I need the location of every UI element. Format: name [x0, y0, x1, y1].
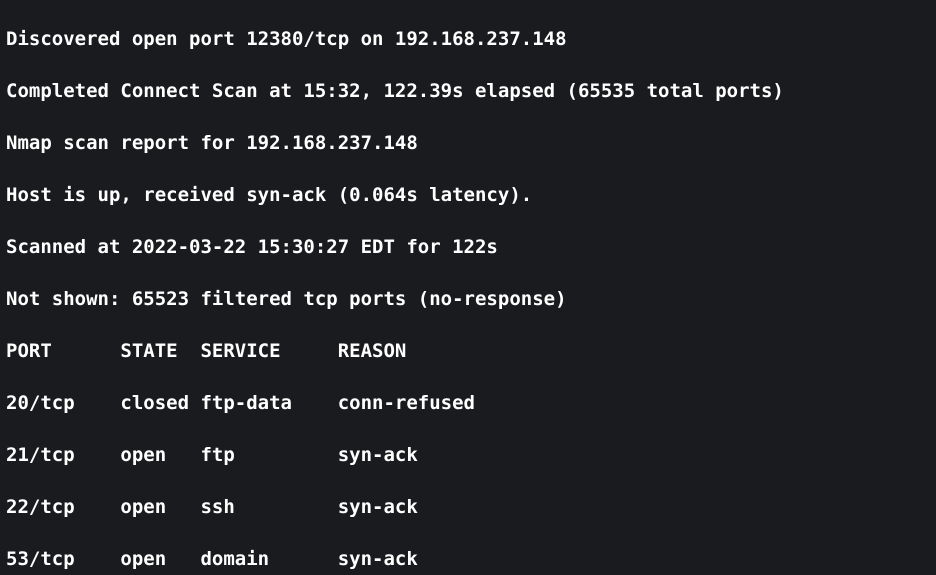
scanned-at-line: Scanned at 2022-03-22 15:30:27 EDT for 1… [6, 234, 930, 260]
host-status-line: Host is up, received syn-ack (0.064s lat… [6, 182, 930, 208]
port-table-header: PORT STATE SERVICE REASON [6, 338, 930, 364]
port-table-row: 53/tcp open domain syn-ack [6, 546, 930, 572]
port-table-row: 22/tcp open ssh syn-ack [6, 494, 930, 520]
discovered-port-line: Discovered open port 12380/tcp on 192.16… [6, 26, 930, 52]
not-shown-line: Not shown: 65523 filtered tcp ports (no-… [6, 286, 930, 312]
port-table-row: 21/tcp open ftp syn-ack [6, 442, 930, 468]
port-table-row: 20/tcp closed ftp-data conn-refused [6, 390, 930, 416]
terminal-output[interactable]: Discovered open port 12380/tcp on 192.16… [0, 0, 936, 575]
completed-scan-line: Completed Connect Scan at 15:32, 122.39s… [6, 78, 930, 104]
scan-report-line: Nmap scan report for 192.168.237.148 [6, 130, 930, 156]
